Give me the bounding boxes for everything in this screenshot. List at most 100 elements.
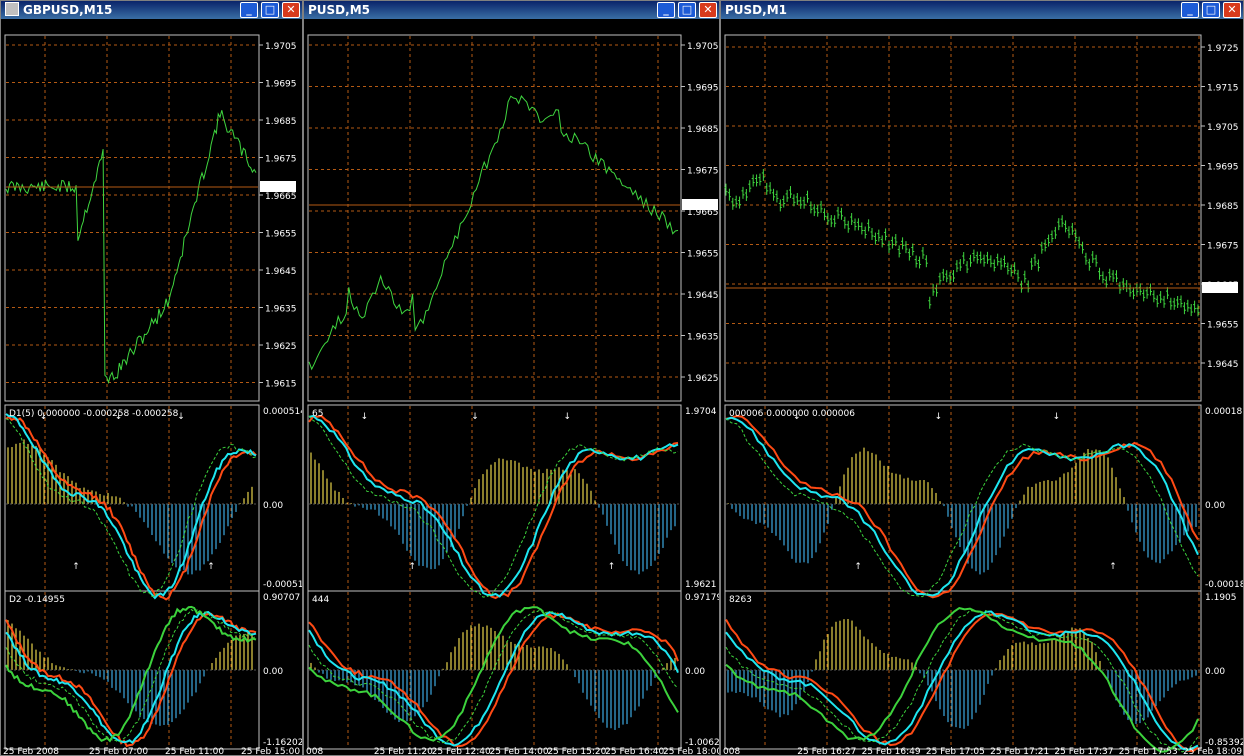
arrow-up-icon: ↑ bbox=[1109, 562, 1117, 572]
indicator-scale-label: 0.00 bbox=[263, 501, 283, 511]
time-axis-label: 25 Feb 14:00 bbox=[490, 747, 549, 756]
window-titlebar[interactable]: PUSD,M5 _ □ ✕ bbox=[304, 1, 719, 19]
indicator-line bbox=[725, 612, 1199, 753]
time-axis-label: 25 Feb 12:40 bbox=[432, 747, 491, 756]
arrow-down-icon: ↓ bbox=[935, 412, 943, 422]
price-axis-label: 1.9635 bbox=[265, 305, 297, 315]
price-axis-label: 1.9715 bbox=[1207, 84, 1239, 94]
current-price-label: 1.9667 bbox=[262, 183, 294, 193]
price-axis-label: 1.9675 bbox=[265, 155, 297, 165]
pane-border-0 bbox=[307, 34, 682, 402]
price-axis-label: 1.9705 bbox=[1207, 123, 1239, 133]
price-axis-label: 1.9655 bbox=[1207, 321, 1239, 331]
window-title: PUSD,M5 bbox=[308, 3, 370, 17]
chart-svg[interactable]: 1.97051.96951.96851.96751.96651.96551.96… bbox=[1, 19, 303, 756]
price-axis-label: 1.9655 bbox=[687, 250, 719, 260]
indicator-scale-label: 0.00 bbox=[1205, 667, 1225, 677]
indicator-scale-label: 0.97179 bbox=[685, 593, 720, 603]
indicator-line bbox=[725, 610, 1199, 752]
maximize-button[interactable]: □ bbox=[1202, 2, 1220, 18]
indicator-scale-label: -0.00018 bbox=[1205, 580, 1244, 590]
price-axis-label: 1.9635 bbox=[687, 333, 719, 343]
price-axis-label: 1.9655 bbox=[265, 230, 297, 240]
chart-area[interactable]: 1.9705 1.9695 1.9685 1.9675 1.9665 1.9655 1.96… bbox=[304, 19, 719, 755]
indicator-line bbox=[5, 415, 257, 601]
current-price-label: 1.9667 bbox=[684, 201, 716, 211]
time-axis-label: 008 bbox=[723, 747, 740, 756]
maximize-button[interactable]: □ bbox=[261, 2, 279, 18]
arrow-down-icon: ↓ bbox=[177, 412, 185, 422]
arrow-up-icon: ↑ bbox=[207, 562, 215, 572]
price-axis-label: 1.9625 bbox=[265, 342, 297, 352]
price-axis-label: 1.9705 bbox=[687, 42, 719, 52]
indicator-line bbox=[5, 418, 257, 598]
indicator-scale-label: 0.00 bbox=[263, 667, 283, 677]
indicator1-label: 65 bbox=[312, 409, 323, 419]
indicator-scale-label: 0.00018 bbox=[1205, 407, 1242, 417]
price-axis-label: 1.9675 bbox=[687, 167, 719, 177]
price-axis-label: 1.9645 bbox=[265, 267, 297, 277]
indicator-scale-label: 0.00 bbox=[1205, 501, 1225, 511]
maximize-button[interactable]: □ bbox=[678, 2, 696, 18]
indicator2-label: D2 -0.14955 bbox=[9, 595, 65, 605]
price-axis-label: 1.9685 bbox=[1207, 202, 1239, 212]
chart-area[interactable]: 1.9705 1.9695 1.9685 1.9675 1.9665 1.9655 1.96… bbox=[1, 19, 302, 755]
window-titlebar[interactable]: PUSD,M1 _ □ ✕ bbox=[721, 1, 1243, 19]
indicator-scale-label: 1.9621 bbox=[685, 580, 717, 590]
indicator-line bbox=[5, 413, 257, 600]
arrow-up-icon: ↑ bbox=[72, 562, 80, 572]
time-axis-label: 008 bbox=[306, 747, 323, 756]
arrow-down-icon: ↓ bbox=[361, 412, 369, 422]
close-button[interactable]: ✕ bbox=[1223, 2, 1241, 18]
time-axis-label: 25 Feb 07:00 bbox=[89, 747, 148, 756]
chart-window-gbpusd-m1[interactable]: PUSD,M1 _ □ ✕ 1.9725 1.9715 1.9705 1.9695 1.… bbox=[720, 0, 1244, 756]
chart-window-gbpusd-m5[interactable]: PUSD,M5 _ □ ✕ 1.9705 1.9695 1.9685 1.9675 1.… bbox=[303, 0, 720, 756]
chart-svg[interactable]: 1.9725 1.9715 1.9705 1.9695 1.9685 1.9675 1.96… bbox=[721, 19, 1244, 756]
price-axis-label: 1.9675 bbox=[1207, 242, 1239, 252]
time-axis-label: 25 Feb 17:53 bbox=[1119, 747, 1178, 756]
indicator-scale-label: 0.90707 bbox=[263, 593, 300, 603]
price-axis-label: 1.9695 bbox=[265, 80, 297, 90]
price-line bbox=[5, 110, 257, 385]
indicator1-label: 000006 0.000000 0.000006 bbox=[729, 409, 855, 419]
pane-border-1 bbox=[724, 404, 1202, 592]
minimize-button[interactable]: _ bbox=[657, 2, 675, 18]
price-axis-label: 1.9705 bbox=[265, 42, 297, 52]
price-line bbox=[308, 95, 679, 371]
time-axis-label: 25 Feb 11:20 bbox=[374, 747, 433, 756]
minimize-button[interactable]: _ bbox=[240, 2, 258, 18]
minimize-button[interactable]: _ bbox=[1181, 2, 1199, 18]
price-axis-label: 1.9685 bbox=[687, 125, 719, 135]
time-axis-label: 25 Feb 17:21 bbox=[990, 747, 1049, 756]
chart-area[interactable]: 1.9725 1.9715 1.9705 1.9695 1.9685 1.9675 1.96… bbox=[721, 19, 1243, 755]
indicator-line bbox=[5, 610, 257, 745]
pane-border-0 bbox=[724, 34, 1202, 402]
close-button[interactable]: ✕ bbox=[282, 2, 300, 18]
indicator2-label: 8263 bbox=[729, 595, 752, 605]
price-axis-label: 1.9625 bbox=[687, 374, 719, 384]
time-axis-label: 25 Feb 17:37 bbox=[1054, 747, 1113, 756]
chart-svg[interactable]: 1.97051.96951.96851.96751.96651.96551.96… bbox=[304, 19, 720, 756]
time-axis-label: 25 Feb 16:49 bbox=[862, 747, 921, 756]
indicator-scale-label: 1.9704 bbox=[685, 407, 717, 417]
price-axis-label: 1.9645 bbox=[1207, 360, 1239, 370]
time-axis-label: 25 Feb 11:00 bbox=[165, 747, 224, 756]
price-axis-label: 1.9725 bbox=[1207, 44, 1239, 54]
indicator-scale-label: 0.00 bbox=[685, 667, 705, 677]
window-titlebar[interactable]: GBPUSD,M15 _ □ ✕ bbox=[1, 1, 302, 19]
price-axis-label: 1.9695 bbox=[687, 84, 719, 94]
arrow-down-icon: ↓ bbox=[1053, 412, 1061, 422]
pane-border-0 bbox=[4, 34, 260, 402]
indicator-scale-label: -0.00051 bbox=[263, 580, 303, 590]
close-button[interactable]: ✕ bbox=[699, 2, 717, 18]
indicator-scale-label: 0.000514 bbox=[263, 407, 303, 417]
arrow-down-icon: ↓ bbox=[564, 412, 572, 422]
time-axis-label: 25 Feb 18:00 bbox=[663, 747, 720, 756]
price-axis-label: 1.9695 bbox=[1207, 163, 1239, 173]
indicator-line bbox=[5, 612, 257, 748]
time-axis-label: 25 Feb 18:09 bbox=[1183, 747, 1242, 756]
time-axis-label: 25 Feb 17:05 bbox=[926, 747, 985, 756]
current-price-label: 1.9667 bbox=[1204, 284, 1236, 294]
indicator-line bbox=[5, 605, 257, 743]
chart-window-gbpusd-m15[interactable]: GBPUSD,M15 _ □ ✕ 1.9705 1.9695 1.9685 1.967… bbox=[0, 0, 303, 756]
